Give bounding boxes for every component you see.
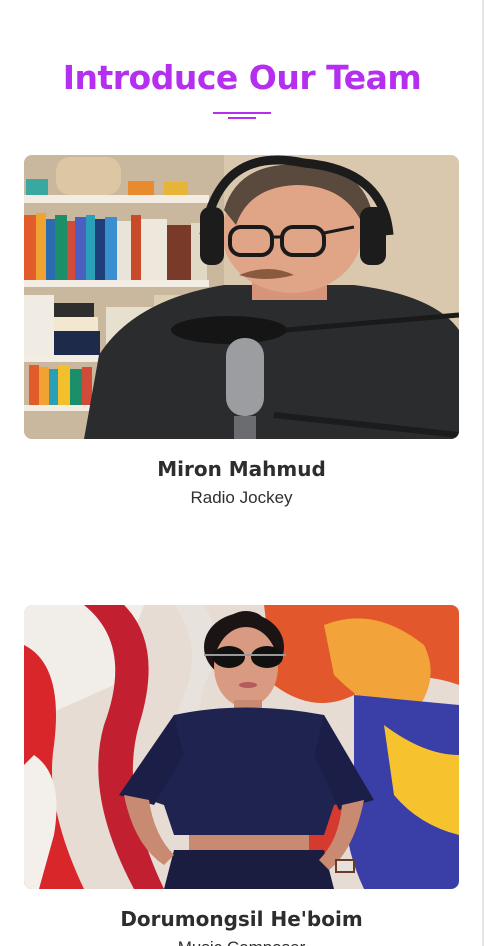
title-divider (213, 110, 271, 120)
divider-line-bottom (228, 117, 256, 119)
team-page: Introduce Our Team Miron Mahmud Radio Jo… (0, 0, 484, 946)
divider-line-top (213, 112, 271, 114)
team-member-role: Music Composer (24, 938, 459, 946)
team-member-card[interactable]: Dorumongsil He'boim Music Composer (24, 605, 459, 946)
team-member-photo (24, 605, 459, 889)
team-member-name: Dorumongsil He'boim (120, 907, 363, 931)
team-member-name: Miron Mahmud (157, 457, 326, 481)
section-title: Introduce Our Team (62, 58, 422, 97)
team-member-photo (24, 155, 459, 439)
team-member-card[interactable]: Miron Mahmud Radio Jockey (24, 155, 459, 508)
team-member-role: Radio Jockey (190, 488, 293, 507)
